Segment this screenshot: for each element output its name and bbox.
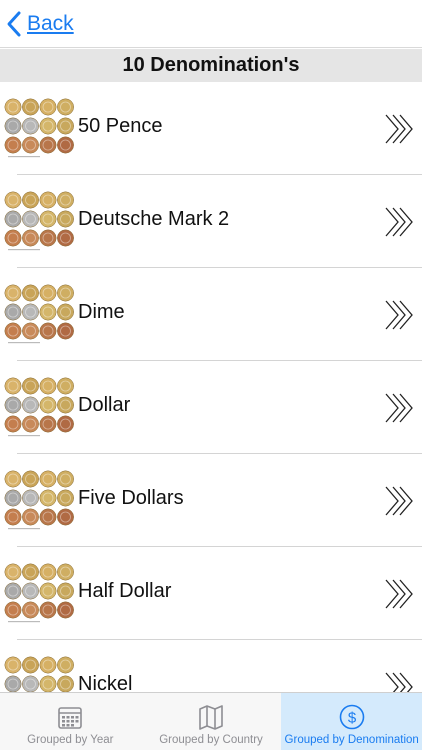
coins-thumbnail [4,98,74,158]
navigation-bar: Back [0,0,422,48]
tab-grouped-by-year[interactable]: Grouped by Year [0,693,141,750]
list-item-label: Dollar [78,394,131,416]
disclosure-chevron-icon[interactable] [384,206,416,238]
disclosure-chevron-icon[interactable] [384,578,416,610]
page-title: 10 Denomination's [122,54,300,76]
chevron-left-icon [7,11,21,37]
tab-grouped-by-denomination[interactable]: $ Grouped by Denomination [281,693,422,750]
disclosure-chevron-icon[interactable] [384,113,416,145]
coins-thumbnail [4,470,74,530]
list-item-label: Nickel [78,673,133,692]
list-item[interactable]: Five Dollars [0,454,422,547]
denomination-list[interactable]: 50 Pence Deutsche Mark 2 Dime Dollar Fiv… [0,82,422,692]
coins-thumbnail [4,284,74,344]
svg-text:$: $ [348,710,357,727]
disclosure-chevron-icon[interactable] [384,392,416,424]
disclosure-chevron-icon[interactable] [384,485,416,517]
list-item[interactable]: Nickel [0,640,422,692]
section-header: 10 Denomination's [0,49,422,82]
list-item[interactable]: 50 Pence [0,82,422,175]
list-item-label: Deutsche Mark 2 [78,208,230,230]
list-item-label: 50 Pence [78,115,163,137]
list-item[interactable]: Deutsche Mark 2 [0,175,422,268]
disclosure-chevron-icon[interactable] [384,299,416,331]
back-label[interactable]: Back [27,12,74,36]
coins-thumbnail [4,191,74,251]
tab-grouped-by-country[interactable]: Grouped by Country [141,693,282,750]
tab-bar: Grouped by Year Grouped by Country $ Gro… [0,692,422,750]
coins-thumbnail [4,656,74,692]
coins-thumbnail [4,563,74,623]
list-item-label: Dime [78,301,125,323]
tab-label: Grouped by Country [159,734,263,746]
dollar-circle-icon: $ [339,704,364,730]
calendar-icon [58,707,83,729]
disclosure-chevron-icon[interactable] [384,671,416,692]
map-icon [199,705,223,730]
tab-label: Grouped by Denomination [284,734,419,746]
coins-thumbnail [4,377,74,437]
list-item-label: Five Dollars [78,487,184,509]
list-item[interactable]: Half Dollar [0,547,422,640]
list-item[interactable]: Dime [0,268,422,361]
list-item[interactable]: Dollar [0,361,422,454]
back-button[interactable]: Back [6,8,74,40]
tab-label: Grouped by Year [27,734,114,746]
list-item-label: Half Dollar [78,580,172,602]
